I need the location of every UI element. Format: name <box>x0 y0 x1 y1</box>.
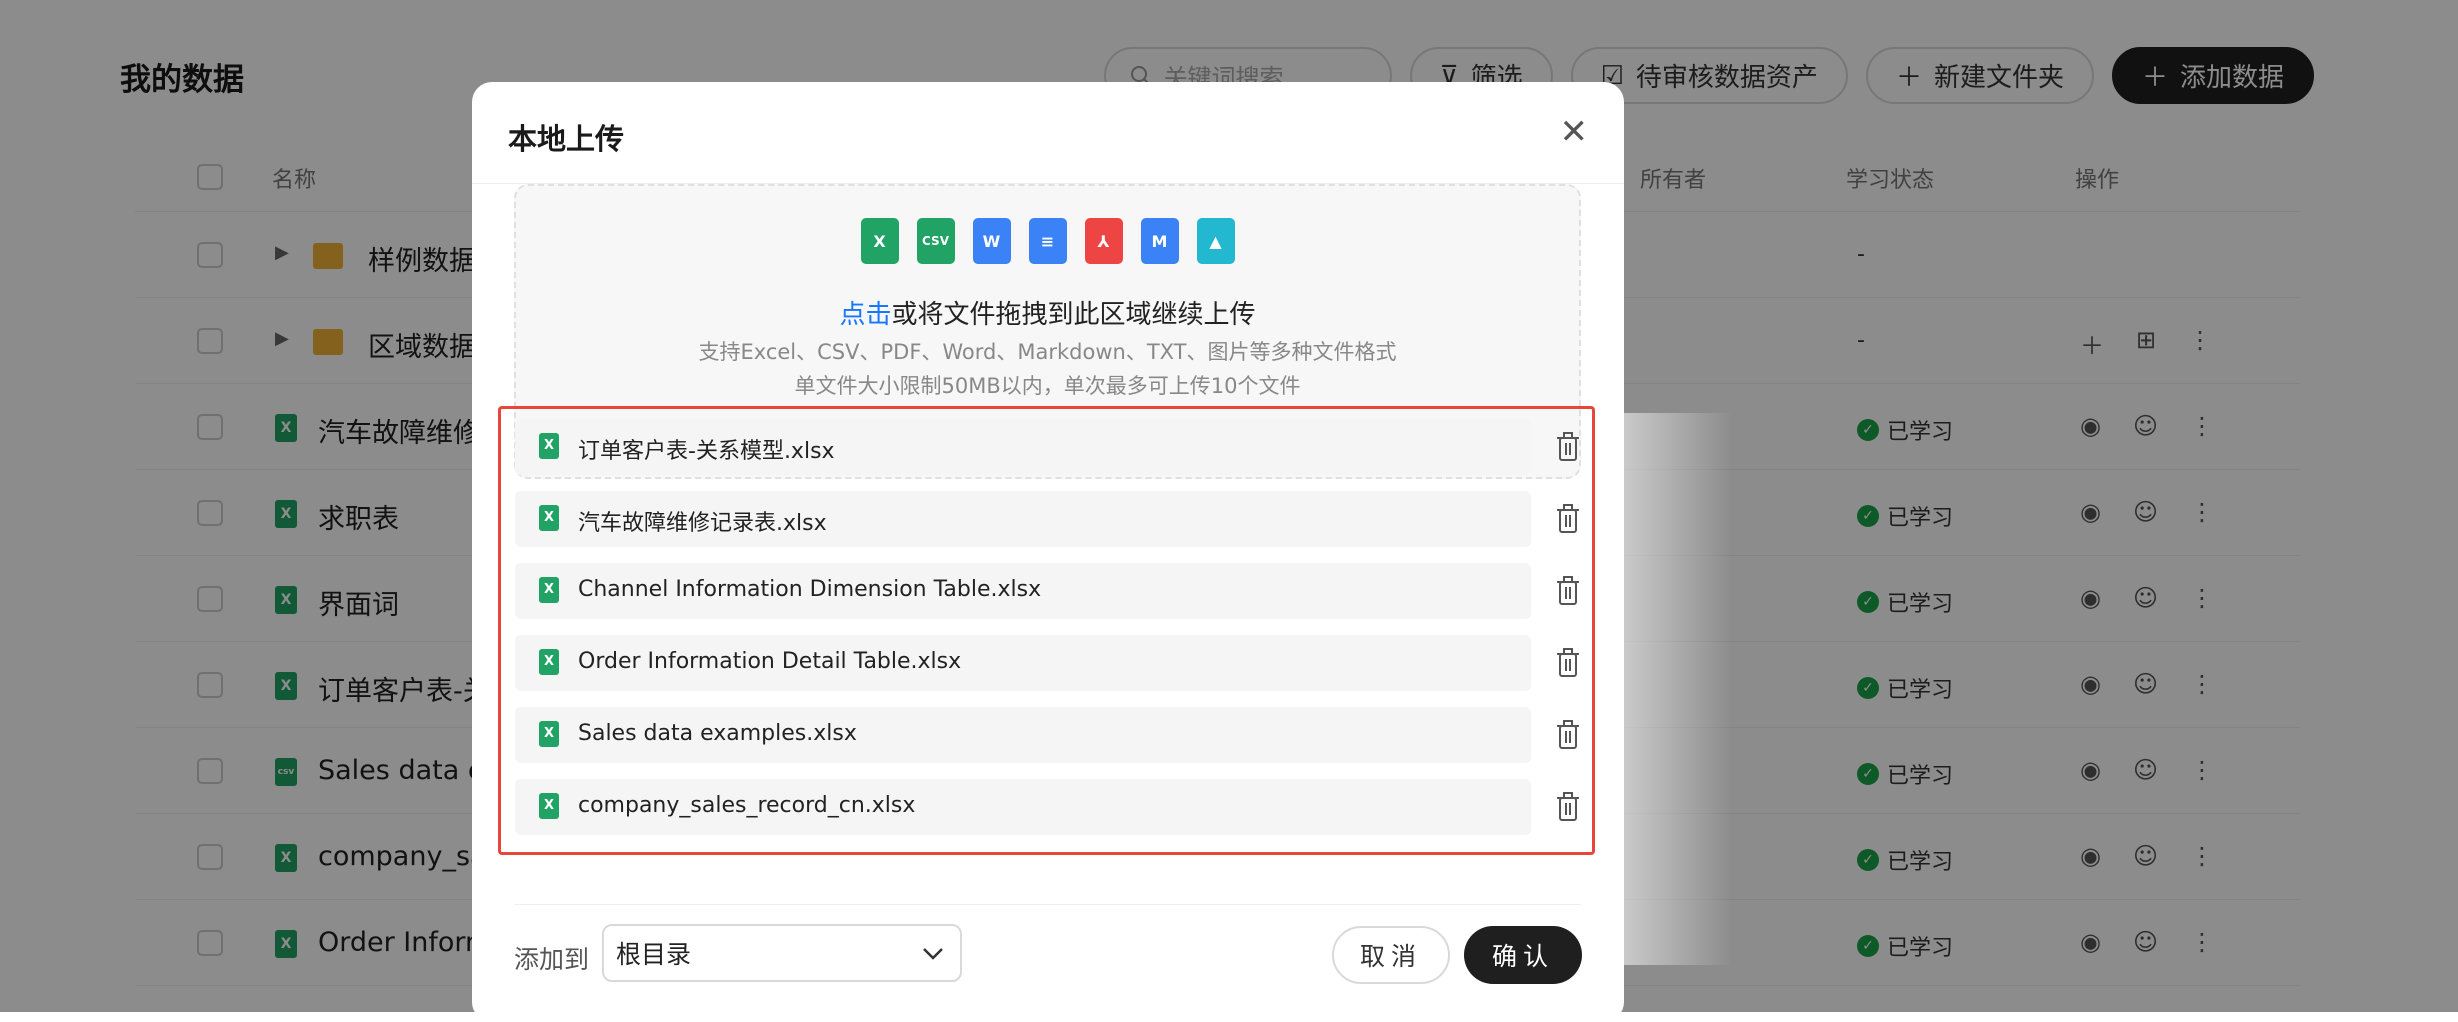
add-to-label: 添加到 <box>514 945 590 974</box>
file-name: company_sales_record_cn.xlsx <box>578 793 916 818</box>
text-doc-icon: ≡ <box>1028 218 1067 264</box>
dropzone-prompt-text: 或将文件拖拽到此区域继续上传 <box>891 300 1256 330</box>
close-icon[interactable]: ✕ <box>1560 112 1589 152</box>
excel-file-icon: X <box>539 433 559 459</box>
data-page: 我的数据 关键词搜索 ⊽ 筛选 ☑ 待审核数据资产 ＋ 新建文件夹 ＋ 添加数据… <box>0 0 2458 1022</box>
target-folder-value: 根目录 <box>616 940 692 969</box>
target-folder-select[interactable]: 根目录 <box>602 924 962 982</box>
dropzone-prompt: 点击或将文件拖拽到此区域继续上传 <box>516 294 1579 331</box>
upload-limit-text: 单文件大小限制50MB以内，单次最多可上传10个文件 <box>794 374 1301 398</box>
excel-file-icon: X <box>539 505 559 531</box>
delete-file-icon[interactable] <box>1556 504 1580 534</box>
confirm-button[interactable]: 确认 <box>1464 926 1582 984</box>
excel-file-icon: X <box>539 793 559 819</box>
supported-formats-text: 支持Excel、CSV、PDF、Word、Markdown、TXT、图片等多种文… <box>698 340 1397 364</box>
delete-file-icon[interactable] <box>1556 720 1580 750</box>
file-name: 订单客户表-关系模型.xlsx <box>578 439 835 464</box>
upload-file-item: X 汽车故障维修记录表.xlsx <box>515 491 1531 547</box>
file-name: 汽车故障维修记录表.xlsx <box>578 511 827 536</box>
delete-file-icon[interactable] <box>1556 648 1580 678</box>
file-name: Order Information Detail Table.xlsx <box>578 649 962 674</box>
excel-file-icon: X <box>539 577 559 603</box>
markdown-icon: M <box>1140 218 1179 264</box>
delete-file-icon[interactable] <box>1556 432 1580 462</box>
pdf-icon: ⅄ <box>1084 218 1123 264</box>
upload-file-item: X Channel Information Dimension Table.xls… <box>515 563 1531 619</box>
file-name: Channel Information Dimension Table.xlsx <box>578 577 1042 602</box>
excel-icon: X <box>860 218 899 264</box>
backdrop-shade <box>1622 413 1732 965</box>
upload-file-item: X Order Information Detail Table.xlsx <box>515 635 1531 691</box>
upload-file-item: Xcompany_sales_record_cn.xlsx <box>515 779 1531 835</box>
cancel-button[interactable]: 取消 <box>1332 926 1450 984</box>
delete-file-icon[interactable] <box>1556 576 1580 606</box>
footer-divider <box>514 904 1581 905</box>
click-upload-link[interactable]: 点击 <box>839 300 891 330</box>
local-upload-dialog: 本地上传 ✕ X CSV W ≡ ⅄ M ▲ 点击或将文件拖拽到此区域继续上传 支持Exce… <box>472 82 1624 1022</box>
delete-file-icon[interactable] <box>1556 792 1580 822</box>
csv-icon: CSV <box>916 218 955 264</box>
file-name: Sales data examples.xlsx <box>578 721 857 746</box>
word-icon: W <box>972 218 1011 264</box>
upload-file-item: X 订单客户表-关系模型.xlsx <box>515 419 1531 475</box>
dialog-title: 本地上传 <box>508 122 625 156</box>
image-icon: ▲ <box>1196 218 1235 264</box>
upload-file-list: X 订单客户表-关系模型.xlsx X 汽车故障维修记录表.xlsx X Channel … <box>498 406 1595 855</box>
excel-file-icon: X <box>539 649 559 675</box>
excel-file-icon: X <box>539 721 559 747</box>
upload-file-item: X Sales data examples.xlsx <box>515 707 1531 763</box>
chevron-down-icon <box>923 948 943 960</box>
file-type-icons: X CSV W ≡ ⅄ M ▲ <box>516 218 1579 264</box>
